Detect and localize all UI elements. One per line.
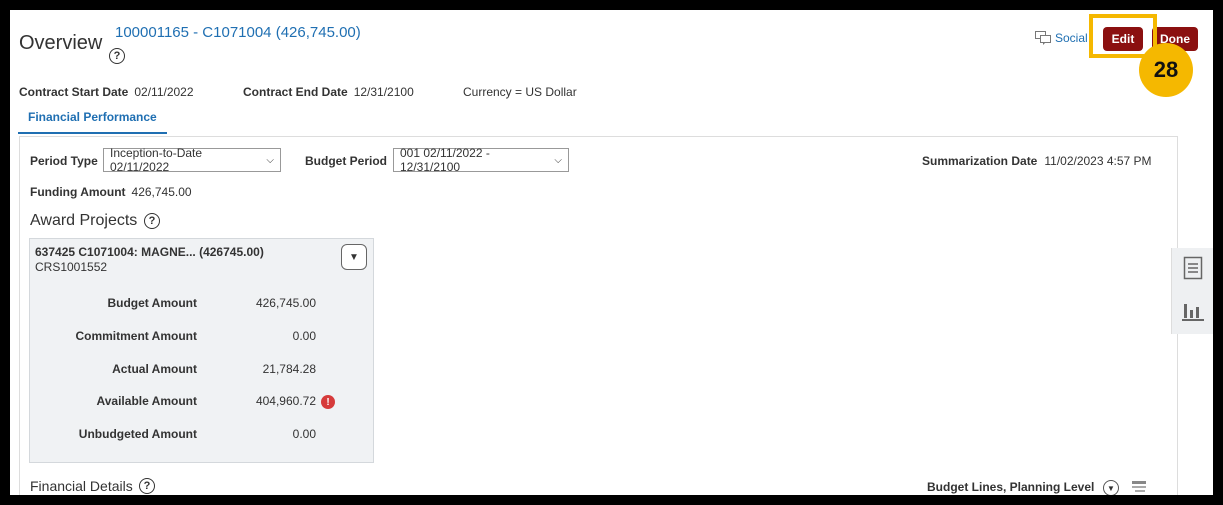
funding-value: 426,745.00	[131, 185, 192, 199]
funding-label: Funding Amount	[30, 185, 126, 199]
bar-chart-icon[interactable]	[1181, 298, 1205, 322]
card-menu-button[interactable]: ▼	[341, 244, 367, 270]
chevron-down-icon: ⌵	[554, 154, 562, 166]
period-type-value: Inception-to-Date 02/11/2022	[110, 146, 203, 174]
actual-amount-label: Actual Amount	[112, 362, 197, 376]
side-toolbar	[1171, 248, 1213, 334]
contract-link[interactable]: 100001165 - C1071004 (426,745.00)	[115, 24, 361, 41]
budget-period-value: 001 02/11/2022 - 12/31/2100	[400, 146, 490, 174]
award-projects-heading: Award Projects	[30, 212, 138, 229]
summarization-date: Summarization Date 11/02/2023 4:57 PM	[922, 154, 1152, 168]
contract-end: Contract End Date 12/31/2100	[243, 85, 414, 99]
financial-details-view-label: Budget Lines, Planning Level	[927, 480, 1095, 494]
commitment-amount-label: Commitment Amount	[75, 329, 197, 343]
card-title: 637425 C1071004: MAGNE... (426745.00)	[35, 245, 264, 259]
card-subtitle: CRS1001552	[35, 260, 108, 274]
contract-start: Contract Start Date 02/11/2022	[19, 85, 194, 99]
funding-amount: Funding Amount 426,745.00	[30, 185, 192, 199]
award-project-card[interactable]: 637425 C1071004: MAGNE... (426745.00) CR…	[29, 238, 374, 463]
budget-amount-label: Budget Amount	[107, 296, 197, 310]
contract-end-label: Contract End Date	[243, 85, 348, 99]
step-badge: 28	[1139, 43, 1193, 97]
currency-text: Currency = US Dollar	[463, 85, 577, 99]
help-icon[interactable]: ?	[144, 213, 160, 229]
social-label: Social	[1055, 31, 1088, 45]
view-dropdown-button[interactable]: ▼	[1103, 480, 1119, 495]
page-title: Overview	[19, 32, 103, 54]
contract-start-label: Contract Start Date	[19, 85, 129, 99]
help-icon[interactable]: ?	[139, 478, 155, 494]
contract-end-value: 12/31/2100	[353, 85, 414, 99]
chevron-down-icon: ⌵	[266, 154, 274, 166]
social-button[interactable]: Social	[1035, 31, 1088, 45]
summarization-label: Summarization Date	[922, 154, 1038, 168]
caret-down-icon: ▼	[1107, 483, 1115, 493]
financial-details-heading: Financial Details	[30, 478, 133, 494]
period-type-select[interactable]: Inception-to-Date 02/11/2022 ⌵	[103, 146, 281, 174]
period-type-label: Period Type	[30, 154, 98, 168]
actual-amount-value: 21,784.28	[262, 362, 316, 376]
unbudgeted-amount-label: Unbudgeted Amount	[78, 427, 197, 441]
app-frame: Overview 100001165 - C1071004 (426,745.0…	[10, 10, 1213, 495]
tab-financial-performance[interactable]: Financial Performance	[18, 110, 167, 134]
table-settings-icon[interactable]	[1131, 480, 1147, 494]
caret-down-icon: ▼	[349, 251, 359, 263]
budget-period-label: Budget Period	[305, 154, 388, 168]
budget-amount-value: 426,745.00	[255, 296, 316, 310]
social-chat-icon	[1035, 31, 1051, 45]
contract-start-value: 02/11/2022	[134, 85, 194, 99]
summarization-value: 11/02/2023 4:57 PM	[1044, 154, 1152, 168]
unbudgeted-amount-value: 0.00	[292, 427, 316, 441]
available-amount-label: Available Amount	[96, 394, 197, 408]
budget-period-select[interactable]: 001 02/11/2022 - 12/31/2100 ⌵	[393, 146, 569, 174]
commitment-amount-value: 0.00	[292, 329, 316, 343]
help-icon[interactable]: ?	[109, 48, 125, 64]
document-icon[interactable]	[1183, 256, 1203, 280]
available-amount-value: 404,960.72	[255, 394, 316, 408]
warning-icon[interactable]: !	[321, 395, 335, 409]
